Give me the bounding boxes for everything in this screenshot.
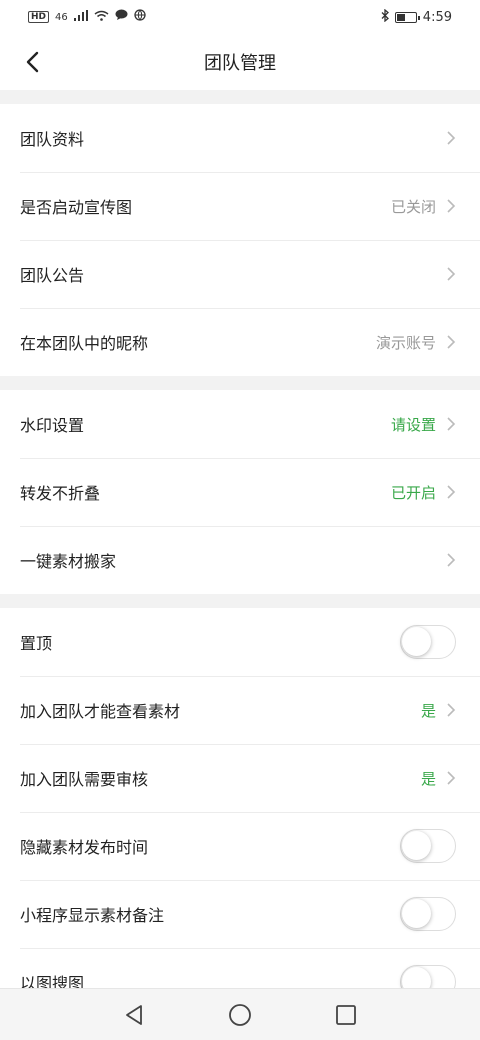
row-join-to-view[interactable]: 加入团队才能查看素材 是 (0, 676, 480, 744)
chevron-right-icon (447, 485, 456, 499)
row-hide-publish-time: 隐藏素材发布时间 (0, 812, 480, 880)
back-arrow-icon (26, 51, 39, 73)
back-button[interactable] (18, 48, 46, 76)
chevron-right-icon (447, 131, 456, 145)
chevron-right-icon (447, 417, 456, 431)
row-team-announcement[interactable]: 团队公告 (0, 240, 480, 308)
settings-group-sharing: 水印设置 请设置 转发不折叠 已开启 一键素材搬家 (0, 390, 480, 594)
row-value: 演示账号 (375, 333, 436, 352)
clock: 4:59 (422, 9, 452, 25)
page-title: 团队管理 (204, 53, 276, 74)
toggle-knob (402, 627, 431, 656)
row-label: 转发不折叠 (20, 484, 101, 503)
row-label: 隐藏素材发布时间 (20, 838, 149, 857)
battery-icon (394, 11, 420, 23)
row-label: 是否启动宣传图 (20, 198, 133, 217)
triangle-back-icon (126, 1004, 142, 1025)
wifi-icon (94, 10, 109, 25)
row-value: 请设置 (390, 415, 436, 434)
row-watermark[interactable]: 水印设置 请设置 (0, 390, 480, 458)
globe-icon (134, 9, 146, 25)
row-label: 加入团队需要审核 (20, 770, 149, 789)
hd-indicator: HD (28, 11, 50, 23)
row-value: 已开启 (390, 483, 436, 502)
nav-back-button[interactable] (121, 1002, 147, 1028)
status-bar: HD 46 4:59 (0, 0, 480, 34)
pin-top-toggle[interactable] (400, 625, 456, 659)
chat-icon (115, 9, 128, 25)
toggle-knob (402, 899, 431, 928)
row-value: 已关闭 (390, 197, 436, 216)
row-label: 团队资料 (20, 130, 85, 149)
nav-recents-button[interactable] (333, 1002, 359, 1028)
square-recents-icon (336, 1004, 356, 1025)
row-label: 在本团队中的昵称 (20, 334, 149, 353)
chevron-right-icon (447, 703, 456, 717)
row-join-review[interactable]: 加入团队需要审核 是 (0, 744, 480, 812)
chevron-right-icon (447, 267, 456, 281)
network-type: 46 (55, 11, 68, 23)
signal-icon (73, 9, 88, 25)
chevron-right-icon (447, 335, 456, 349)
row-promo-image[interactable]: 是否启动宣传图 已关闭 (0, 172, 480, 240)
chevron-right-icon (447, 771, 456, 785)
row-label: 水印设置 (20, 416, 85, 435)
row-no-fold[interactable]: 转发不折叠 已开启 (0, 458, 480, 526)
hide-publish-time-toggle[interactable] (400, 829, 456, 863)
row-material-move[interactable]: 一键素材搬家 (0, 526, 480, 594)
chevron-right-icon (447, 199, 456, 213)
row-label: 加入团队才能查看素材 (20, 702, 181, 721)
row-label: 一键素材搬家 (20, 552, 117, 571)
row-pin-top: 置顶 (0, 608, 480, 676)
row-value: 是 (420, 769, 436, 788)
settings-group-privacy: 置顶 加入团队才能查看素材 是 加入团队需要审核 是 隐藏素材发布时间 小程序显… (0, 608, 480, 1016)
toggle-knob (402, 831, 431, 860)
row-miniprogram-notes: 小程序显示素材备注 (0, 880, 480, 948)
chevron-right-icon (447, 553, 456, 567)
row-label: 置顶 (20, 634, 53, 653)
row-nickname[interactable]: 在本团队中的昵称 演示账号 (0, 308, 480, 376)
nav-bar: 团队管理 (0, 34, 480, 90)
row-label: 小程序显示素材备注 (20, 906, 165, 925)
nav-home-button[interactable] (227, 1002, 253, 1028)
system-nav-bar (0, 988, 480, 1040)
bluetooth-icon (381, 8, 389, 26)
settings-group-profile: 团队资料 是否启动宣传图 已关闭 团队公告 在本团队中的昵称 演示账号 (0, 104, 480, 376)
row-value: 是 (420, 701, 436, 720)
circle-home-icon (229, 1003, 251, 1026)
miniprogram-notes-toggle[interactable] (400, 897, 456, 931)
row-label: 团队公告 (20, 266, 85, 285)
row-team-profile[interactable]: 团队资料 (0, 104, 480, 172)
